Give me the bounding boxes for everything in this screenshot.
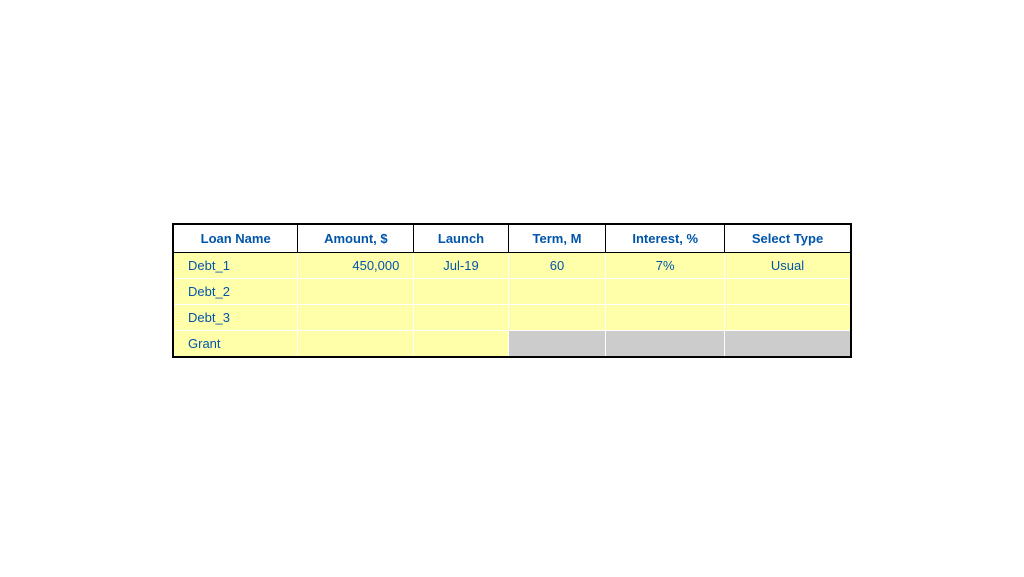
cell-amount[interactable] [298, 305, 414, 331]
cell-loan-name[interactable]: Debt_1 [173, 253, 298, 279]
col-header-interest: Interest, % [606, 224, 725, 253]
cell-select-type[interactable] [725, 305, 851, 331]
cell-loan-name[interactable]: Debt_3 [173, 305, 298, 331]
col-header-term: Term, M [508, 224, 606, 253]
cell-select-type[interactable] [725, 331, 851, 358]
col-header-amount: Amount, $ [298, 224, 414, 253]
col-header-select-type: Select Type [725, 224, 851, 253]
cell-launch[interactable] [414, 279, 508, 305]
table-wrapper: Loan Name Amount, $ Launch Term, M Inter… [172, 219, 852, 358]
cell-amount[interactable]: 450,000 [298, 253, 414, 279]
cell-loan-name[interactable]: Grant [173, 331, 298, 358]
page-container: Loan Name Amount, $ Launch Term, M Inter… [0, 0, 1024, 577]
cell-term[interactable]: 60 [508, 253, 606, 279]
col-header-loan-name: Loan Name [173, 224, 298, 253]
cell-launch[interactable] [414, 331, 508, 358]
cell-interest[interactable] [606, 331, 725, 358]
table-header-row: Loan Name Amount, $ Launch Term, M Inter… [173, 224, 851, 253]
debt-table: Loan Name Amount, $ Launch Term, M Inter… [172, 223, 852, 358]
cell-launch[interactable]: Jul-19 [414, 253, 508, 279]
cell-term[interactable] [508, 305, 606, 331]
cell-amount[interactable] [298, 279, 414, 305]
cell-term[interactable] [508, 331, 606, 358]
col-header-launch: Launch [414, 224, 508, 253]
table-row: Debt_2 [173, 279, 851, 305]
cell-select-type[interactable]: Usual [725, 253, 851, 279]
cell-launch[interactable] [414, 305, 508, 331]
cell-term[interactable] [508, 279, 606, 305]
cell-interest[interactable]: 7% [606, 253, 725, 279]
cell-loan-name[interactable]: Debt_2 [173, 279, 298, 305]
cell-interest[interactable] [606, 305, 725, 331]
table-row: Debt_1450,000Jul-19607%Usual [173, 253, 851, 279]
cell-amount[interactable] [298, 331, 414, 358]
table-row: Debt_3 [173, 305, 851, 331]
table-row: Grant [173, 331, 851, 358]
cell-select-type[interactable] [725, 279, 851, 305]
cell-interest[interactable] [606, 279, 725, 305]
